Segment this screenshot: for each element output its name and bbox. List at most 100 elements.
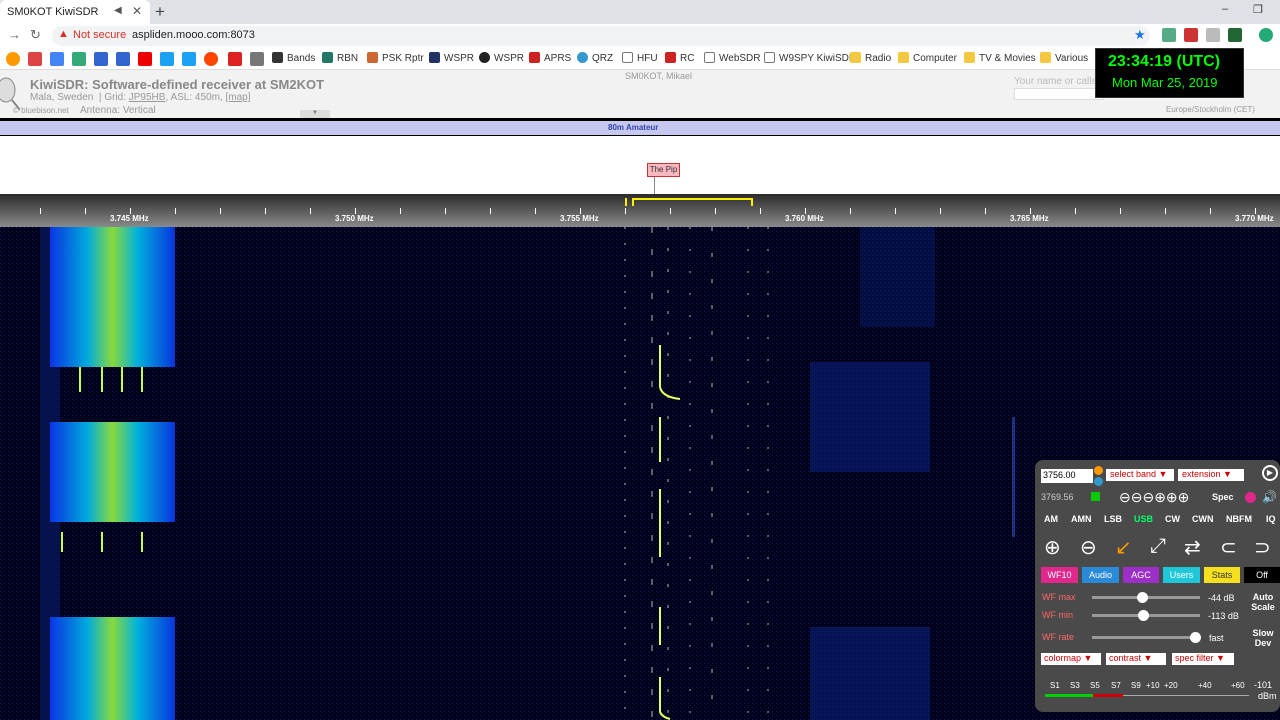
bookmark-icon[interactable]	[72, 52, 86, 66]
mode-button-am[interactable]: AM	[1044, 514, 1058, 524]
bookmark-bands[interactable]: Bands	[272, 52, 315, 66]
extension-icon[interactable]	[1228, 28, 1242, 42]
twitter-icon[interactable]	[160, 52, 174, 66]
bookmark-icon[interactable]	[250, 52, 264, 66]
bookmark-icon[interactable]	[6, 52, 20, 66]
wf-rate-slider[interactable]	[1092, 636, 1200, 639]
new-tab-button[interactable]: +	[155, 2, 165, 22]
reload-icon[interactable]: ↻	[30, 27, 41, 43]
browser-tab[interactable]: SM0KOT KiwiSDR	[0, 0, 150, 24]
not-secure-label[interactable]: Not secure	[73, 29, 126, 41]
bookmark-hfu[interactable]: HFU	[622, 52, 658, 66]
profile-avatar[interactable]	[1259, 28, 1273, 42]
map-link[interactable]: [map]	[226, 92, 251, 103]
bookmark-psk-rptr[interactable]: PSK Rptr	[367, 52, 424, 66]
copyright-link[interactable]: © bluebison.net	[13, 106, 69, 115]
bookmark-star-icon[interactable]: ★	[1134, 27, 1146, 43]
tab-wf[interactable]: WF10	[1041, 567, 1078, 583]
bookmark-rc[interactable]: RC	[665, 52, 694, 66]
reddit-icon[interactable]	[204, 52, 218, 66]
zoom-max-icon[interactable]: ⤢	[1150, 535, 1166, 558]
bookmark-rbn[interactable]: RBN	[322, 52, 358, 66]
tab-off[interactable]: Off	[1244, 567, 1280, 583]
location-line: Mala, Sweden | Grid: JP95HB, ASL: 450m, …	[30, 92, 251, 103]
dx-label[interactable]: The Pip	[647, 163, 680, 177]
wf-max-slider-knob[interactable]	[1136, 592, 1148, 603]
url-text[interactable]: aspliden.mooo.com:8073	[132, 29, 255, 41]
callsign-input[interactable]	[1014, 88, 1104, 100]
wf-min-slider-knob[interactable]	[1137, 610, 1149, 621]
bookmark-icon[interactable]	[228, 52, 242, 66]
scale-tick	[895, 208, 896, 214]
zoom-to-band-icon[interactable]: ↙	[1115, 535, 1132, 560]
scale-tick	[130, 208, 131, 214]
zoom-in-icon[interactable]: ⊕	[1044, 535, 1061, 560]
mode-button-amn[interactable]: AMN	[1071, 514, 1092, 524]
bookmark-icon[interactable]	[116, 52, 130, 66]
speaker-icon[interactable]: 🔊	[1262, 490, 1277, 504]
bookmark-icon[interactable]	[94, 52, 108, 66]
mode-button-usb[interactable]: USB	[1134, 514, 1153, 524]
extension-icon[interactable]	[1184, 28, 1198, 42]
frequency-input[interactable]: 3756.00	[1041, 469, 1093, 483]
bookmark-aprs[interactable]: APRS	[529, 52, 571, 66]
bookmark-qrz[interactable]: QRZ	[577, 52, 613, 66]
wf-rate-slider-knob[interactable]	[1189, 632, 1201, 643]
youtube-icon[interactable]	[138, 52, 152, 66]
bookmark-folder-various[interactable]: Various	[1040, 52, 1088, 66]
maximize-icon[interactable]: ❐	[1253, 3, 1263, 16]
freq-step-down-icon[interactable]	[1094, 477, 1103, 486]
page-right-icon[interactable]: ⊃	[1254, 535, 1271, 560]
tab-stats[interactable]: Stats	[1204, 567, 1240, 583]
bookmark-wspr-2[interactable]: WSPR	[479, 52, 524, 66]
page-width-icon[interactable]: ⇄	[1184, 535, 1201, 560]
bookmark-folder-computer[interactable]: Computer	[898, 52, 957, 66]
tab-audio[interactable]: Audio	[1082, 567, 1119, 583]
bookmark-websdr[interactable]: WebSDR	[704, 52, 761, 66]
clock-time: 23:34:19 (UTC)	[1108, 53, 1221, 70]
passband-indicator[interactable]	[632, 198, 753, 206]
extension-dropdown[interactable]: extension ▼	[1178, 469, 1244, 481]
extension-icon[interactable]	[1162, 28, 1176, 42]
bookmark-folder-radio[interactable]: Radio	[850, 52, 891, 66]
twitter-icon[interactable]	[182, 52, 196, 66]
tab-users[interactable]: Users	[1163, 567, 1200, 583]
bookmark-wspr[interactable]: WSPR	[429, 52, 474, 66]
hide-header-button[interactable]: ▼	[300, 110, 330, 118]
bookmark-folder-tv-movies[interactable]: TV & Movies	[964, 52, 1036, 66]
zoom-buttons[interactable]: ⊖⊖⊖⊕⊕⊕	[1119, 489, 1189, 506]
speaker-icon[interactable]: ◀	[114, 5, 122, 16]
contrast-dropdown[interactable]: contrast ▼	[1106, 653, 1166, 665]
scale-tick	[625, 208, 626, 214]
google-icon[interactable]	[50, 52, 64, 66]
mode-button-nbfm[interactable]: NBFM	[1226, 514, 1252, 524]
slow-dev-button[interactable]: Slow Dev	[1248, 628, 1278, 648]
zoom-out-icon[interactable]: ⊖	[1080, 535, 1097, 560]
mode-button-lsb[interactable]: LSB	[1104, 514, 1122, 524]
tab-agc[interactable]: AGC	[1123, 567, 1159, 583]
play-icon[interactable]: ▶	[1262, 465, 1278, 481]
mode-button-iq[interactable]: IQ	[1266, 514, 1276, 524]
wf-rate-label: WF rate	[1042, 632, 1075, 642]
grid-link[interactable]: JP95HB	[129, 92, 166, 103]
select-band-dropdown[interactable]: select band ▼	[1106, 469, 1174, 481]
extension-icon[interactable]	[1206, 28, 1220, 42]
auto-scale-button[interactable]: Auto Scale	[1248, 592, 1278, 612]
smeter-label: S9	[1131, 681, 1141, 690]
spec-filter-dropdown[interactable]: spec filter ▼	[1172, 653, 1234, 665]
mode-button-cwn[interactable]: CWN	[1192, 514, 1214, 524]
forward-icon[interactable]: →	[8, 27, 21, 42]
lock-icon[interactable]	[1091, 492, 1100, 501]
colormap-dropdown[interactable]: colormap ▼	[1041, 653, 1101, 665]
gmail-icon[interactable]	[28, 52, 42, 66]
bookmark-w9spy[interactable]: W9SPY KiwiSDR	[764, 52, 856, 66]
passband-left-edge[interactable]	[625, 198, 627, 206]
minimize-icon[interactable]: –	[1222, 3, 1228, 15]
page-left-icon[interactable]: ⊂	[1220, 535, 1237, 560]
close-icon[interactable]: ✕	[132, 4, 142, 18]
freq-step-up-icon[interactable]	[1094, 466, 1103, 475]
record-icon[interactable]	[1245, 492, 1256, 503]
tab-title: SM0KOT KiwiSDR	[7, 6, 99, 18]
spec-label[interactable]: Spec	[1212, 492, 1234, 502]
mode-button-cw[interactable]: CW	[1165, 514, 1180, 524]
